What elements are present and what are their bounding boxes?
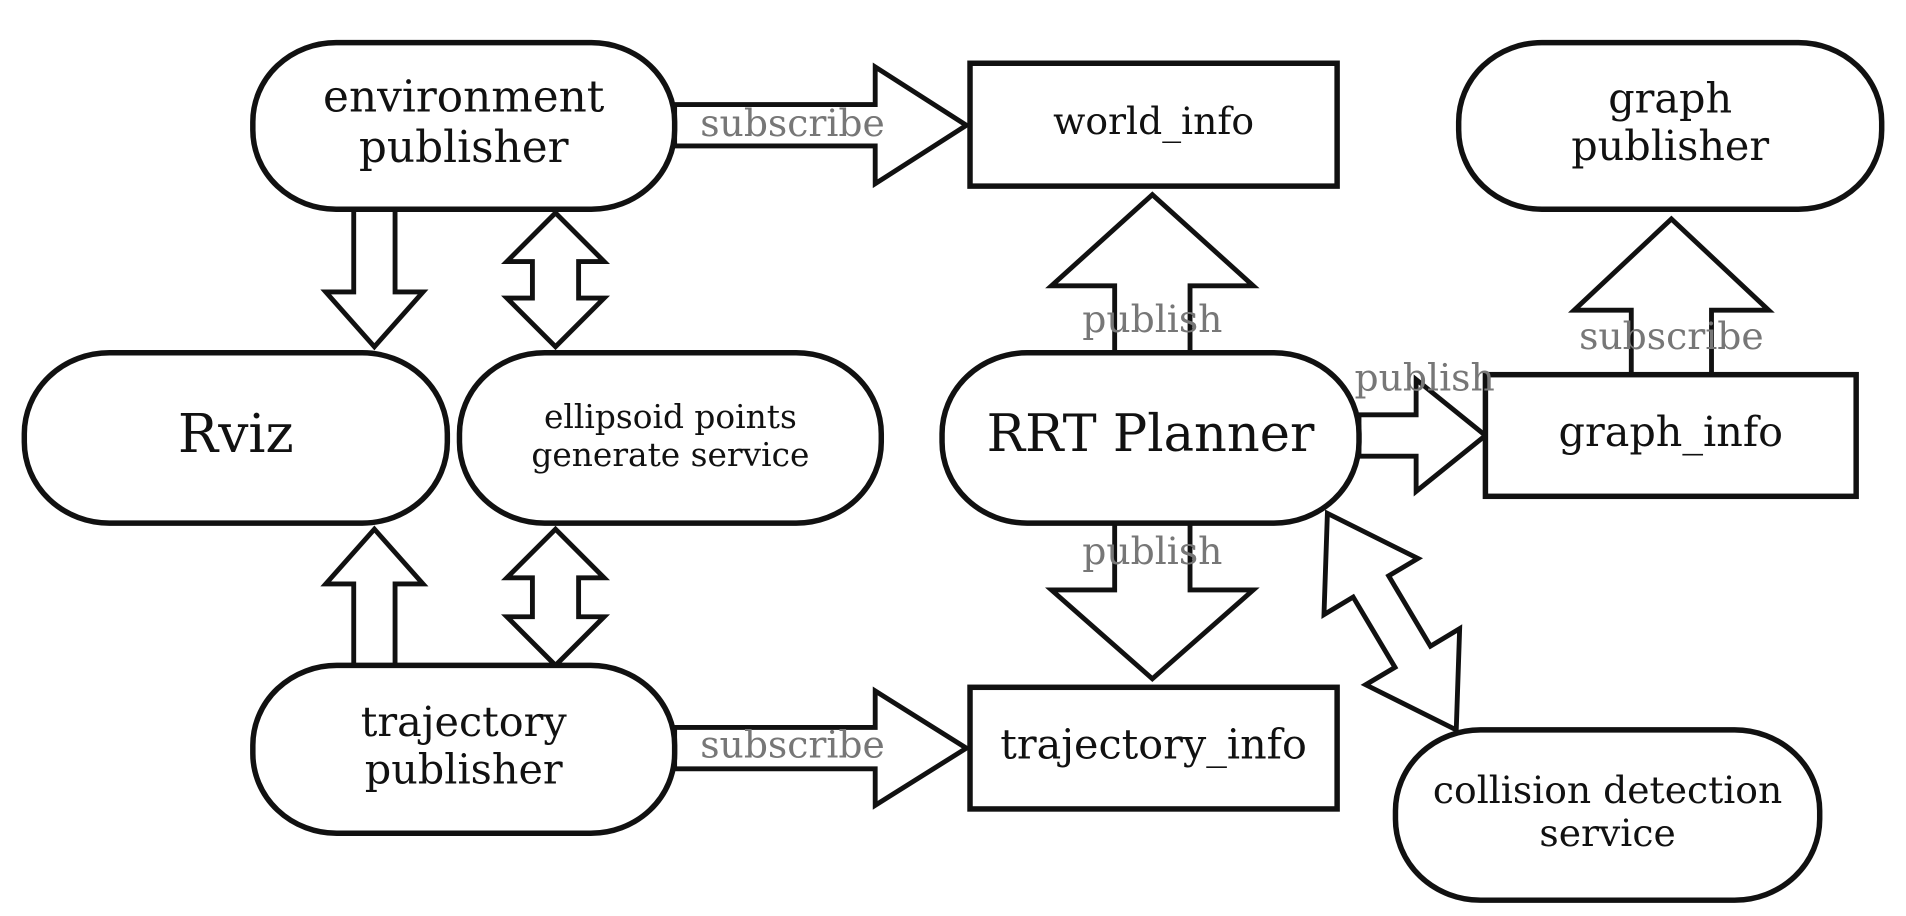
edge-label-rrt-trajinfo: publish: [1082, 529, 1222, 573]
edge-label-rrt-graphinfo: publish: [1355, 355, 1495, 399]
arrow-rrt-collision: [1321, 509, 1463, 734]
node-rrt: RRT Planner: [939, 350, 1362, 526]
node-traj-pub: trajectorypublisher: [250, 662, 678, 837]
node-label: service: [1539, 811, 1675, 855]
edge-label-rrt-world: publish: [1082, 297, 1222, 341]
node-label: publisher: [359, 122, 569, 173]
node-label: trajectory: [361, 698, 568, 746]
node-label: publisher: [365, 746, 563, 794]
node-label: ellipsoid points: [544, 398, 797, 436]
node-world-info: world_info: [967, 60, 1340, 189]
node-label: graph: [1608, 75, 1732, 123]
node-env-pub: environmentpublisher: [250, 39, 678, 212]
edge-label-env-world: subscribe: [700, 101, 885, 145]
edge-label-traj-trajinfo: subscribe: [700, 723, 885, 767]
node-graph-info: graph_info: [1482, 371, 1859, 500]
node-graph-pub: graphpublisher: [1455, 39, 1885, 212]
arrow-env-ellipsoid: [501, 209, 611, 351]
node-label: graph_info: [1559, 408, 1784, 456]
edge-label-graphinfo-graphpub: subscribe: [1579, 314, 1764, 358]
node-collision: collision detectionservice: [1392, 727, 1823, 903]
node-label: Rviz: [178, 402, 294, 465]
node-label: RRT Planner: [987, 405, 1315, 464]
node-rviz: Rviz: [21, 350, 451, 526]
node-label: generate service: [531, 436, 809, 474]
node-label: trajectory_info: [1000, 721, 1307, 769]
node-label: environment: [323, 72, 605, 123]
node-traj-info: trajectory_info: [967, 684, 1340, 812]
arrow-traj-rviz: [320, 525, 429, 668]
node-label: collision detection: [1433, 768, 1782, 812]
arrow-traj-ellipsoid: [501, 525, 611, 669]
node-label: publisher: [1571, 122, 1769, 170]
node-ellipsoid: ellipsoid pointsgenerate service: [456, 350, 885, 526]
arrow-env-rviz: [320, 206, 429, 351]
node-label: world_info: [1053, 99, 1254, 144]
ros-architecture-diagram: environmentpublisherworld_info graphpubli…: [21, 39, 1885, 903]
